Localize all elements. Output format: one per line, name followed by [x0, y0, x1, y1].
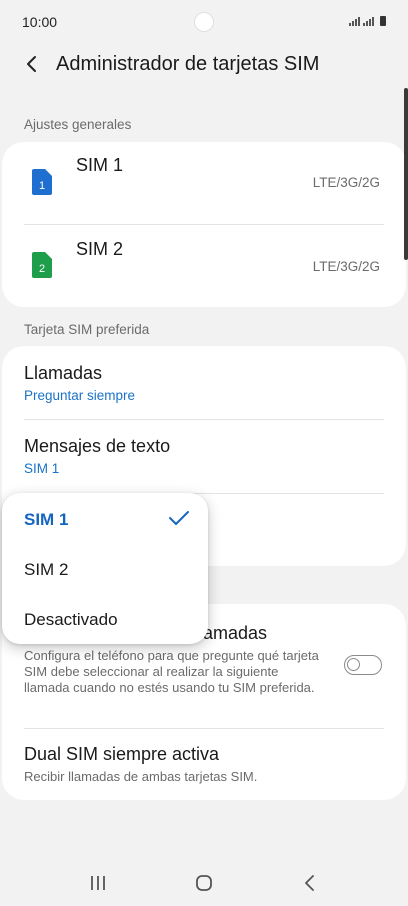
- messages-value: SIM 1: [24, 461, 60, 476]
- confirm-sim-description: Configura el teléfono para que pregunte …: [24, 648, 319, 695]
- status-icons: [349, 14, 386, 26]
- section-preferred-label: Tarjeta SIM preferida: [24, 322, 150, 337]
- toggle-knob: [347, 658, 360, 671]
- recent-apps-icon[interactable]: [86, 872, 110, 894]
- sim-card-1-number: 1: [39, 180, 45, 192]
- calls-title: Llamadas: [24, 363, 103, 383]
- navigation-bar: [0, 862, 408, 906]
- sim-network: LTE/3G/2G: [312, 175, 380, 190]
- messages-title: Mensajes de texto: [24, 436, 171, 456]
- checkmark-icon: [169, 511, 189, 525]
- sim-name: SIM 1: [76, 155, 124, 175]
- sim-row-1[interactable]: 1 SIM 1 LTE/3G/2G: [2, 142, 406, 222]
- page-title: Administrador de tarjetas SIM: [56, 53, 320, 75]
- status-time: 10:00: [22, 14, 58, 30]
- sim-card-2-icon: 2: [32, 252, 52, 278]
- dual-sim-title: Dual SIM siempre activa: [24, 744, 220, 764]
- sim-network: LTE/3G/2G: [312, 259, 380, 274]
- sims-card: 1 SIM 1 LTE/3G/2G 2 SIM 2 LTE/3G/2G: [2, 142, 406, 307]
- sim-card-2-number: 2: [39, 263, 45, 275]
- popup-option-sim2[interactable]: SIM 2: [24, 560, 68, 580]
- sim-name: SIM 2: [76, 239, 124, 259]
- signal-sim2-icon: [363, 15, 374, 26]
- calls-row[interactable]: Llamadas Preguntar siempre: [2, 346, 406, 419]
- sim-row-2[interactable]: 2 SIM 2 LTE/3G/2G: [2, 225, 406, 305]
- calls-value: Preguntar siempre: [24, 388, 136, 403]
- popup-option-disabled[interactable]: Desactivado: [24, 610, 118, 630]
- sim-card-1-icon: 1: [32, 169, 52, 195]
- confirm-sim-toggle[interactable]: [344, 655, 382, 675]
- popup-option-sim1[interactable]: SIM 1: [24, 510, 68, 530]
- dual-sim-description: Recibir llamadas de ambas tarjetas SIM.: [24, 769, 258, 784]
- messages-row[interactable]: Mensajes de texto SIM 1: [2, 420, 406, 493]
- back-nav-icon[interactable]: [298, 872, 322, 894]
- app-header: Administrador de tarjetas SIM: [0, 44, 408, 88]
- section-general-label: Ajustes generales: [24, 117, 132, 132]
- scrollbar[interactable]: [404, 88, 408, 260]
- home-icon[interactable]: [192, 872, 216, 894]
- battery-icon: [380, 16, 386, 26]
- signal-sim1-icon: [349, 15, 360, 26]
- back-arrow-icon[interactable]: [20, 52, 44, 76]
- dual-sim-row[interactable]: Dual SIM siempre activa Recibir llamadas…: [2, 729, 406, 800]
- status-bar: 10:00: [0, 0, 408, 44]
- sim-select-popup: SIM 1 SIM 2 Desactivado: [2, 493, 208, 644]
- camera-cutout: [194, 12, 214, 32]
